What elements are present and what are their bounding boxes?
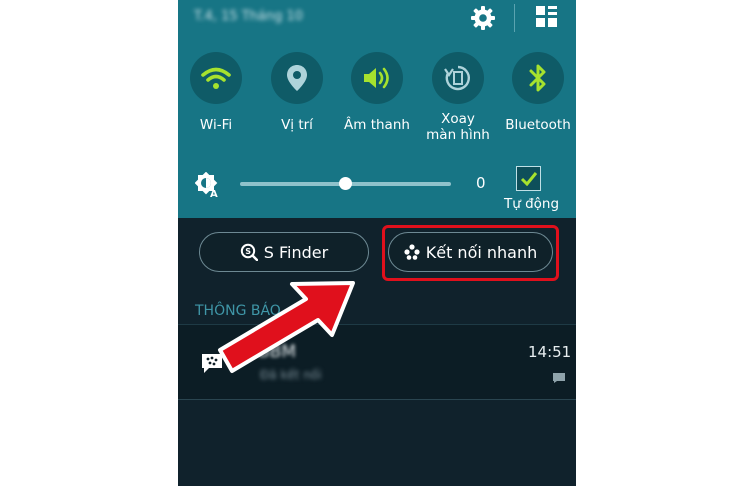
notification-shade: T.4, 15 Tháng 10 Wi-Fi Vị trí Âm thanh X… [178,0,576,486]
red-arrow-pointer [218,281,355,373]
